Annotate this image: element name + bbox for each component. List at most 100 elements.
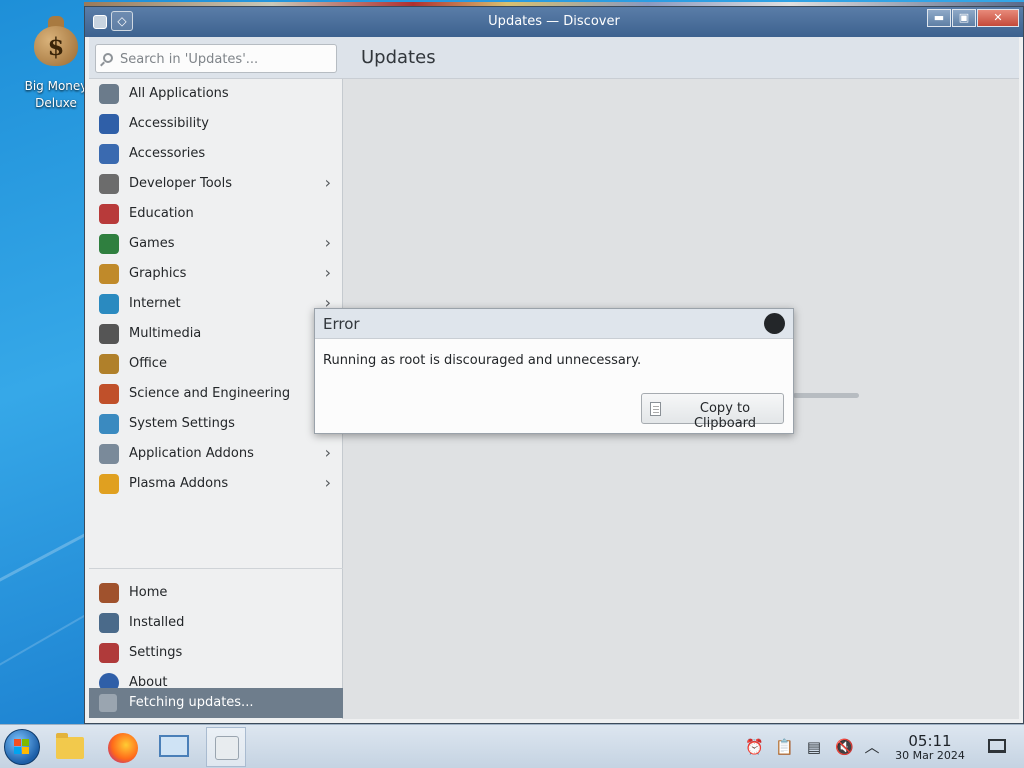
chevron-right-icon: › <box>324 443 331 462</box>
taskbar: ⏰ 📋 ▤ 🔇 ︿ 05:11 30 Mar 2024 <box>0 724 1024 768</box>
close-button[interactable]: ✕ <box>977 9 1019 27</box>
expand-tray-icon[interactable]: ︿ <box>863 738 881 756</box>
discover-icon <box>215 736 239 760</box>
folder-icon <box>56 733 84 759</box>
sidebar-item-label: Education <box>129 206 194 221</box>
system-settings-icon <box>159 735 189 757</box>
sidebar-item-office[interactable]: Office <box>89 349 343 379</box>
show-desktop-icon[interactable] <box>988 739 1006 753</box>
sidebar-item-label: Graphics <box>129 266 187 281</box>
application-addons-icon <box>99 444 119 464</box>
plasma-addons-icon <box>99 474 119 494</box>
sidebar-item-label: Accessories <box>129 146 206 161</box>
clock[interactable]: 05:11 30 Mar 2024 <box>886 733 974 763</box>
chevron-right-icon: › <box>324 233 331 252</box>
minimize-button[interactable]: ▬ <box>927 9 951 27</box>
games-icon <box>99 234 119 254</box>
search-input[interactable] <box>120 49 330 69</box>
window-titlebar[interactable]: ◇ Updates — Discover ▬ ▣ ✕ <box>85 7 1023 37</box>
science-icon <box>99 384 119 404</box>
sidebar-item-all-applications[interactable]: All Applications <box>89 79 343 109</box>
updates-icon[interactable]: ▤ <box>805 738 823 756</box>
system-settings-icon <box>99 414 119 434</box>
sidebar-item-label: System Settings <box>129 416 235 431</box>
education-icon <box>99 204 119 224</box>
chevron-right-icon: › <box>324 473 331 492</box>
sidebar-item-label: Plasma Addons <box>129 476 229 491</box>
dialog-message: Running as root is discouraged and unnec… <box>323 353 642 368</box>
chevron-right-icon: › <box>324 173 331 192</box>
progress-bar <box>793 393 859 398</box>
office-icon <box>99 354 119 374</box>
sidebar-item-label: Science and Engineering <box>129 386 291 401</box>
status-text: Fetching updates... <box>129 695 254 710</box>
notifications-icon[interactable]: ⏰ <box>745 738 764 756</box>
developer-tools-icon <box>99 174 119 194</box>
copy-to-clipboard-button[interactable]: Copy to Clipboard <box>641 393 784 431</box>
sidebar-item-installed[interactable]: Installed <box>89 608 343 638</box>
taskbar-discover[interactable] <box>206 727 246 767</box>
sidebar-divider <box>89 568 343 569</box>
sidebar-item-system-settings[interactable]: System Settings <box>89 409 343 439</box>
sidebar-item-label: All Applications <box>129 86 229 101</box>
taskbar-file-manager[interactable] <box>50 727 90 767</box>
sidebar-item-label: Settings <box>129 645 183 660</box>
error-dialog: Error Running as root is discouraged and… <box>314 308 794 434</box>
settings-icon <box>99 643 119 663</box>
clipboard-icon[interactable]: 📋 <box>775 738 794 756</box>
copy-icon <box>650 402 661 416</box>
page-title: Updates <box>361 47 436 68</box>
volume-muted-icon[interactable]: 🔇 <box>835 738 854 756</box>
sidebar-item-plasma-addons[interactable]: Plasma Addons › <box>89 469 343 499</box>
sidebar-item-label: Developer Tools <box>129 176 233 191</box>
window-title: Updates — Discover <box>488 14 620 29</box>
start-menu-button[interactable] <box>4 729 40 765</box>
header-bar: Updates <box>89 37 1019 79</box>
installed-icon <box>99 613 119 633</box>
sidebar-item-education[interactable]: Education <box>89 199 343 229</box>
sidebar: All Applications Accessibility Accessories… <box>89 79 343 719</box>
multimedia-icon <box>99 324 119 344</box>
sidebar-item-label: Multimedia <box>129 326 202 341</box>
sidebar-item-label: Accessibility <box>129 116 209 131</box>
taskbar-system-settings[interactable] <box>154 727 194 767</box>
sidebar-item-label: Installed <box>129 615 185 630</box>
search-field[interactable] <box>95 44 337 73</box>
search-icon <box>103 53 113 63</box>
progress-icon <box>99 694 117 712</box>
chevron-right-icon: › <box>324 263 331 282</box>
dialog-title: Error <box>323 315 360 333</box>
sidebar-item-science-and-engineering[interactable]: Science and Engineering <box>89 379 343 409</box>
sidebar-item-developer-tools[interactable]: Developer Tools › <box>89 169 343 199</box>
dialog-close-icon[interactable] <box>764 313 785 334</box>
status-bar: Fetching updates... <box>89 688 343 718</box>
sidebar-item-accessibility[interactable]: Accessibility <box>89 109 343 139</box>
sidebar-item-label: Office <box>129 356 167 371</box>
copy-button-label: Copy to Clipboard <box>693 401 757 431</box>
sidebar-item-games[interactable]: Games › <box>89 229 343 259</box>
sidebar-item-home[interactable]: Home <box>89 578 343 608</box>
dialog-header: Error <box>315 309 793 339</box>
graphics-icon <box>99 264 119 284</box>
accessibility-icon <box>99 114 119 134</box>
sidebar-item-label: Internet <box>129 296 181 311</box>
sidebar-item-multimedia[interactable]: Multimedia <box>89 319 343 349</box>
sidebar-item-label: Games <box>129 236 175 251</box>
money-bag-icon: $ <box>32 12 80 66</box>
windows-logo-icon <box>14 739 30 755</box>
clock-date: 30 Mar 2024 <box>895 749 965 762</box>
firefox-icon <box>108 733 138 763</box>
taskbar-firefox[interactable] <box>102 727 142 767</box>
sidebar-item-accessories[interactable]: Accessories <box>89 139 343 169</box>
maximize-button[interactable]: ▣ <box>952 9 976 27</box>
sidebar-item-label: Application Addons <box>129 446 254 461</box>
home-icon <box>99 583 119 603</box>
sidebar-item-internet[interactable]: Internet › <box>89 289 343 319</box>
internet-icon <box>99 294 119 314</box>
all-apps-icon <box>99 84 119 104</box>
clock-time: 05:11 <box>908 732 952 750</box>
sidebar-item-settings[interactable]: Settings <box>89 638 343 668</box>
sidebar-item-application-addons[interactable]: Application Addons › <box>89 439 343 469</box>
sidebar-item-graphics[interactable]: Graphics › <box>89 259 343 289</box>
accessories-icon <box>99 144 119 164</box>
